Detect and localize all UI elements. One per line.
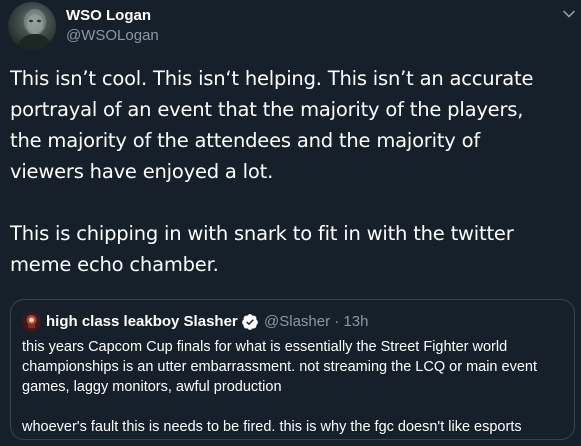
tweet-text-line: This is chipping in with snark to fit in… <box>10 222 514 245</box>
tweet[interactable]: WSO Logan @WSOLogan This isn’t cool. Thi… <box>0 0 581 446</box>
author-avatar[interactable] <box>8 2 56 50</box>
quoted-text-line: this years Capcom Cup finals for what is… <box>22 339 508 355</box>
tweet-text-line: viewers have enjoyed a lot. <box>10 160 274 183</box>
tweet-text-line: portrayal of an event that the majority … <box>10 98 524 121</box>
quoted-author-handle-time: @Slasher · 13h <box>264 313 369 330</box>
quoted-author-avatar <box>22 312 41 331</box>
quoted-tweet-text: this years Capcom Cup finals for what is… <box>22 337 567 437</box>
author-handle[interactable]: @WSOLogan <box>66 27 159 45</box>
quoted-tweet[interactable]: high class leakboy Slasher @Slasher · 13… <box>10 299 575 440</box>
tweet-text-line: meme echo chamber. <box>10 253 219 276</box>
tweet-text-line: the majority of the attendees and the ma… <box>10 129 481 152</box>
tweet-text-line: This isn’t cool. This isn‘t helping. Thi… <box>10 67 534 90</box>
quoted-text-line: games, laggy monitors, awful production <box>22 379 282 395</box>
tweet-text: This isn’t cool. This isn‘t helping. Thi… <box>10 63 572 280</box>
quoted-text-line: championships is an utter embarrassment.… <box>22 359 537 375</box>
quoted-author-name: high class leakboy Slasher <box>46 313 238 330</box>
quoted-text-line: whoever's fault this is needs to be fire… <box>22 419 522 435</box>
chevron-down-icon[interactable] <box>561 6 577 22</box>
verified-badge-icon <box>241 313 259 331</box>
author-name[interactable]: WSO Logan <box>66 7 151 25</box>
